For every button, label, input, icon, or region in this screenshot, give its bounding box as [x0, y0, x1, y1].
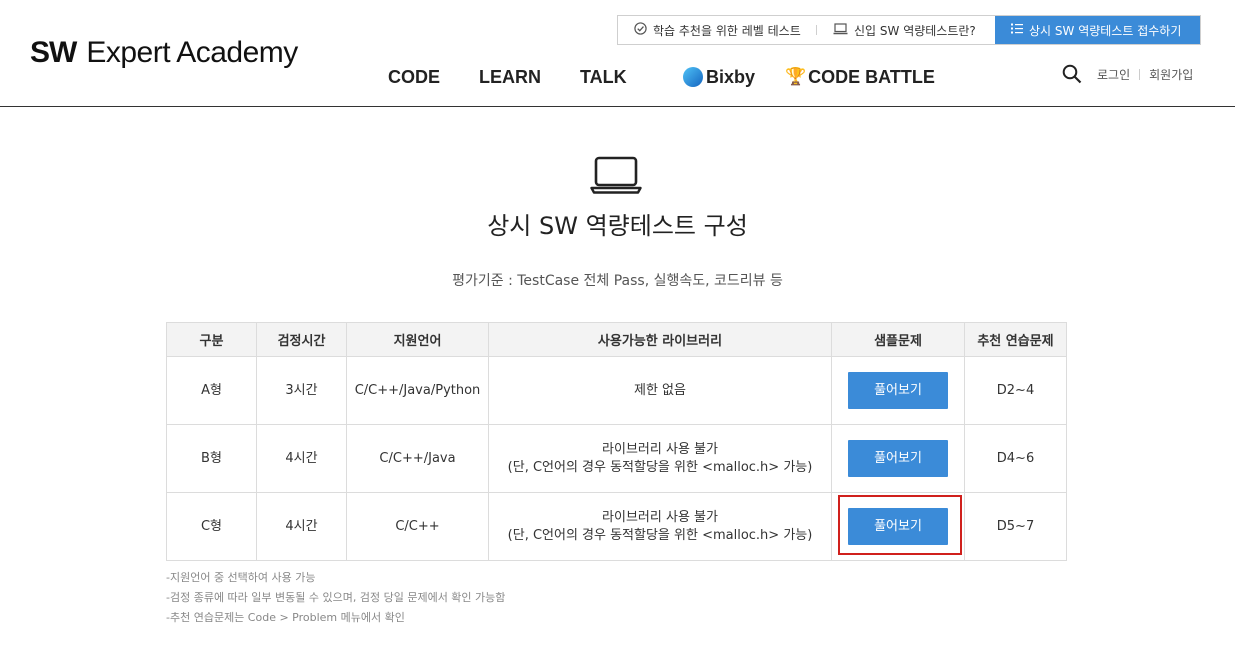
- site-header: SW Expert Academy 학습 추천을 위한 레벨 테스트 신입 SW …: [0, 0, 1235, 107]
- test-type: A형: [166, 356, 257, 425]
- table-row: B형 4시간 C/C++/Java 라이브러리 사용 불가 (단, C언어의 경우…: [166, 424, 1067, 493]
- practice-level: D2~4: [964, 356, 1067, 425]
- note-item: -검정 종류에 따라 일부 변동될 수 있으며, 검정 당일 문제에서 확인 가…: [166, 591, 506, 604]
- test-type: C형: [166, 492, 257, 561]
- column-header: 지원언어: [346, 322, 489, 357]
- laptop-icon: [833, 22, 848, 38]
- table-row: C형 4시간 C/C++ 라이브러리 사용 불가 (단, C언어의 경우 동적할당…: [166, 492, 1067, 561]
- evaluation-criteria: 평가기준 : TestCase 전체 Pass, 실행속도, 코드리뷰 등: [452, 273, 783, 289]
- supported-languages: C/C++/Java/Python: [346, 356, 489, 425]
- laptop-icon: [590, 155, 642, 195]
- sample-cell: 풀어보기: [831, 356, 965, 425]
- note-item: -추천 연습문제는 Code > Problem 메뉴에서 확인: [166, 611, 405, 624]
- supported-languages: C/C++/Java: [346, 424, 489, 493]
- table-row: A형 3시간 C/C++/Java/Python 제한 없음 풀어보기 D2~4: [166, 356, 1067, 425]
- table-notes: -지원언어 중 선택하여 사용 가능 -검정 종류에 따라 일부 변동될 수 있…: [166, 568, 505, 628]
- column-header: 구분: [166, 322, 257, 357]
- check-circle-icon: [634, 22, 647, 38]
- signup-link[interactable]: 회원가입: [1149, 66, 1193, 83]
- test-composition-table: 구분 검정시간 지원언어 사용가능한 라이브러리 샘플문제 추천 연습문제 A형…: [166, 322, 1067, 561]
- page-title: 상시 SW 역량테스트 구성: [487, 212, 748, 240]
- nav-learn[interactable]: LEARN: [479, 64, 541, 90]
- note-item: -지원언어 중 선택하여 사용 가능: [166, 571, 316, 584]
- library-policy: 제한 없음: [488, 356, 832, 425]
- auth-links: 로그인 회원가입: [1097, 66, 1193, 83]
- column-header: 사용가능한 라이브러리: [488, 322, 832, 357]
- test-time: 3시간: [256, 356, 347, 425]
- site-logo[interactable]: SW Expert Academy: [30, 36, 298, 70]
- nav-bixby[interactable]: Bixby: [683, 64, 755, 90]
- test-time: 4시간: [256, 424, 347, 493]
- apply-test-button[interactable]: 상시 SW 역량테스트 접수하기: [995, 16, 1200, 44]
- nav-code-battle[interactable]: 🏆 CODE BATTLE: [785, 64, 935, 90]
- nav-code[interactable]: CODE: [388, 64, 440, 90]
- nav-talk[interactable]: TALK: [580, 64, 627, 90]
- login-link[interactable]: 로그인: [1097, 66, 1130, 83]
- supported-languages: C/C++: [346, 492, 489, 561]
- level-test-link[interactable]: 학습 추천을 위한 레벨 테스트: [618, 16, 816, 44]
- solve-sample-button-b[interactable]: 풀어보기: [848, 440, 948, 477]
- list-icon: [1011, 23, 1023, 37]
- table-header-row: 구분 검정시간 지원언어 사용가능한 라이브러리 샘플문제 추천 연습문제: [166, 322, 1067, 357]
- bixby-logo-icon: [683, 67, 703, 87]
- practice-level: D4~6: [964, 424, 1067, 493]
- sw-test-info-link[interactable]: 신입 SW 역량테스트란?: [817, 16, 995, 44]
- practice-level: D5~7: [964, 492, 1067, 561]
- column-header: 검정시간: [256, 322, 347, 357]
- test-type: B형: [166, 424, 257, 493]
- sample-cell: 풀어보기: [831, 424, 965, 493]
- column-header: 추천 연습문제: [964, 322, 1067, 357]
- solve-sample-button-c[interactable]: 풀어보기: [848, 508, 948, 545]
- solve-sample-button-a[interactable]: 풀어보기: [848, 372, 948, 409]
- search-icon[interactable]: [1062, 64, 1082, 84]
- trophy-icon: 🏆: [785, 67, 807, 86]
- top-utility-bar: 학습 추천을 위한 레벨 테스트 신입 SW 역량테스트란? 상시 SW 역량테…: [617, 15, 1201, 45]
- library-policy: 라이브러리 사용 불가 (단, C언어의 경우 동적할당을 위한 <malloc.…: [488, 492, 832, 561]
- divider: [1139, 69, 1141, 80]
- library-policy: 라이브러리 사용 불가 (단, C언어의 경우 동적할당을 위한 <malloc.…: [488, 424, 832, 493]
- sample-cell: 풀어보기: [831, 492, 965, 561]
- test-time: 4시간: [256, 492, 347, 561]
- column-header: 샘플문제: [831, 322, 965, 357]
